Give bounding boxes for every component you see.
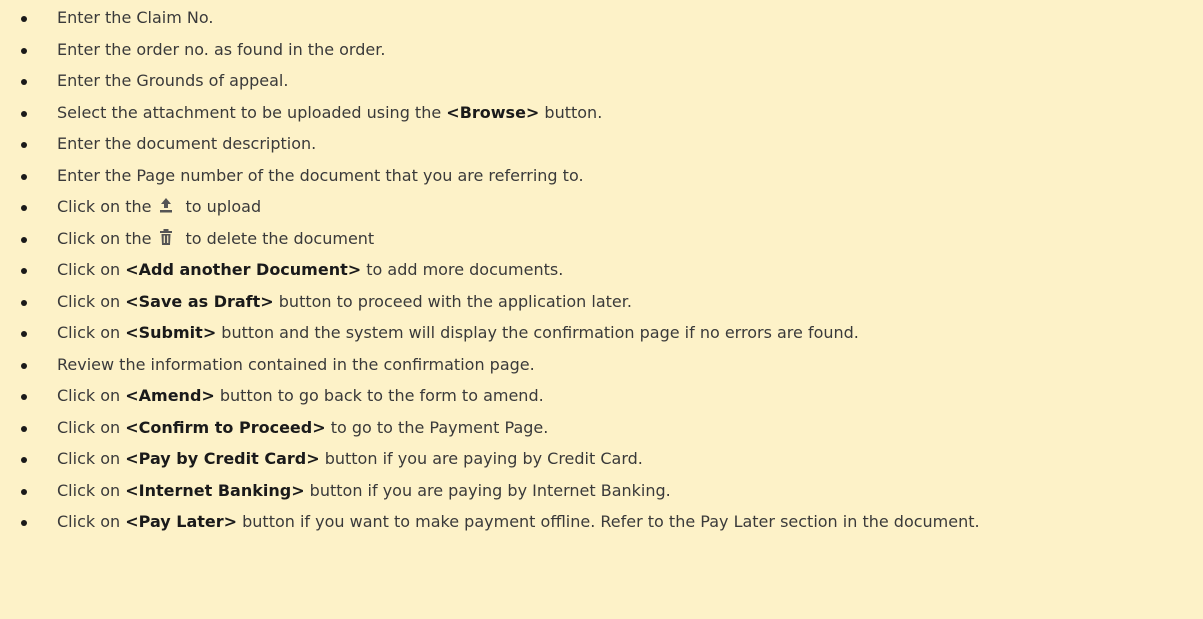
step-text: button. (539, 102, 603, 122)
list-item: Click on the to delete the document (0, 223, 1203, 255)
submit-button-ref: <Submit> (125, 323, 217, 342)
bullet-icon (21, 331, 27, 337)
bullet-icon (21, 362, 27, 369)
internet-banking-button-ref: <Internet Banking> (125, 480, 305, 500)
step-text: Enter the Grounds of appeal. (57, 71, 289, 90)
bullet-icon (21, 425, 27, 432)
amend-button-ref: <Amend> (125, 386, 215, 405)
step-text: Enter the Page number of the document th… (57, 165, 584, 185)
bullet-icon (21, 488, 27, 495)
step-text: to add more documents. (361, 260, 564, 279)
step-text: to upload (185, 197, 262, 216)
step-text: Enter the document description. (57, 134, 317, 153)
instruction-list: Enter the Claim No. Enter the order no. … (0, 2, 1203, 538)
trash-icon (157, 228, 175, 246)
step-text: to delete the document (185, 228, 375, 248)
list-item: Enter the Page number of the document th… (0, 160, 1203, 192)
step-text: Review the information contained in the … (57, 354, 535, 374)
list-item: Click on <Internet Banking> button if yo… (0, 475, 1203, 507)
step-text: Enter the order no. as found in the orde… (57, 39, 386, 59)
list-item: Click on <Pay by Credit Card> button if … (0, 443, 1203, 475)
list-item: Enter the Grounds of appeal. (0, 65, 1203, 97)
step-text: Enter the Claim No. (57, 8, 214, 27)
confirm-button-ref: <Confirm to Proceed> (125, 417, 326, 437)
step-text: button and the system will display the c… (216, 323, 859, 342)
bullet-icon (21, 457, 27, 463)
step-text: Click on (57, 260, 126, 279)
bullet-icon (21, 79, 27, 85)
bullet-icon (21, 110, 27, 117)
bullet-icon (21, 236, 27, 243)
list-item: Enter the document description. (0, 128, 1203, 160)
upload-icon (157, 196, 175, 214)
bullet-icon (21, 16, 27, 22)
credit-card-button-ref: <Pay by Credit Card> (125, 449, 320, 468)
list-item: Click on the to upload (0, 191, 1203, 223)
list-item: Enter the Claim No. (0, 2, 1203, 34)
step-text: Click on (57, 417, 126, 437)
step-text: Click on (57, 291, 126, 311)
list-item: Click on <Confirm to Proceed> to go to t… (0, 412, 1203, 444)
pay-later-button-ref: <Pay Later> (125, 512, 238, 531)
list-item: Click on <Save as Draft> button to proce… (0, 286, 1203, 318)
step-text: Click on the (57, 228, 152, 248)
bullet-icon (21, 173, 27, 180)
bullet-icon (21, 299, 27, 306)
add-document-button-ref: <Add another Document> (125, 260, 362, 279)
step-text: Click on (57, 480, 126, 500)
step-text: button if you want to make payment offli… (237, 512, 980, 531)
bullet-icon (21, 142, 27, 148)
list-item: Click on <Amend> button to go back to th… (0, 380, 1203, 412)
step-text: Click on (57, 386, 126, 405)
browse-button-ref: <Browse> (446, 102, 540, 122)
save-draft-button-ref: <Save as Draft> (125, 291, 274, 311)
bullet-icon (21, 205, 27, 211)
bullet-icon (21, 394, 27, 400)
step-text: Select the attachment to be uploaded usi… (57, 102, 447, 122)
step-text: button to proceed with the application l… (273, 291, 632, 311)
step-text: to go to the Payment Page. (325, 417, 549, 437)
bullet-icon (21, 47, 27, 54)
step-text: Click on (57, 512, 126, 531)
step-text: button if you are paying by Internet Ban… (304, 480, 671, 500)
step-text: button if you are paying by Credit Card. (319, 449, 643, 468)
step-text: Click on (57, 323, 126, 342)
list-item: Enter the order no. as found in the orde… (0, 34, 1203, 66)
list-item: Review the information contained in the … (0, 349, 1203, 381)
step-text: button to go back to the form to amend. (214, 386, 544, 405)
step-text: Click on the (57, 197, 152, 216)
step-text: Click on (57, 449, 126, 468)
list-item: Select the attachment to be uploaded usi… (0, 97, 1203, 129)
list-item: Click on <Add another Document> to add m… (0, 254, 1203, 286)
instruction-document: Enter the Claim No. Enter the order no. … (0, 0, 1203, 619)
bullet-icon (21, 268, 27, 274)
bullet-icon (21, 520, 27, 526)
list-item: Click on <Submit> button and the system … (0, 317, 1203, 349)
list-item: Click on <Pay Later> button if you want … (0, 506, 1167, 538)
